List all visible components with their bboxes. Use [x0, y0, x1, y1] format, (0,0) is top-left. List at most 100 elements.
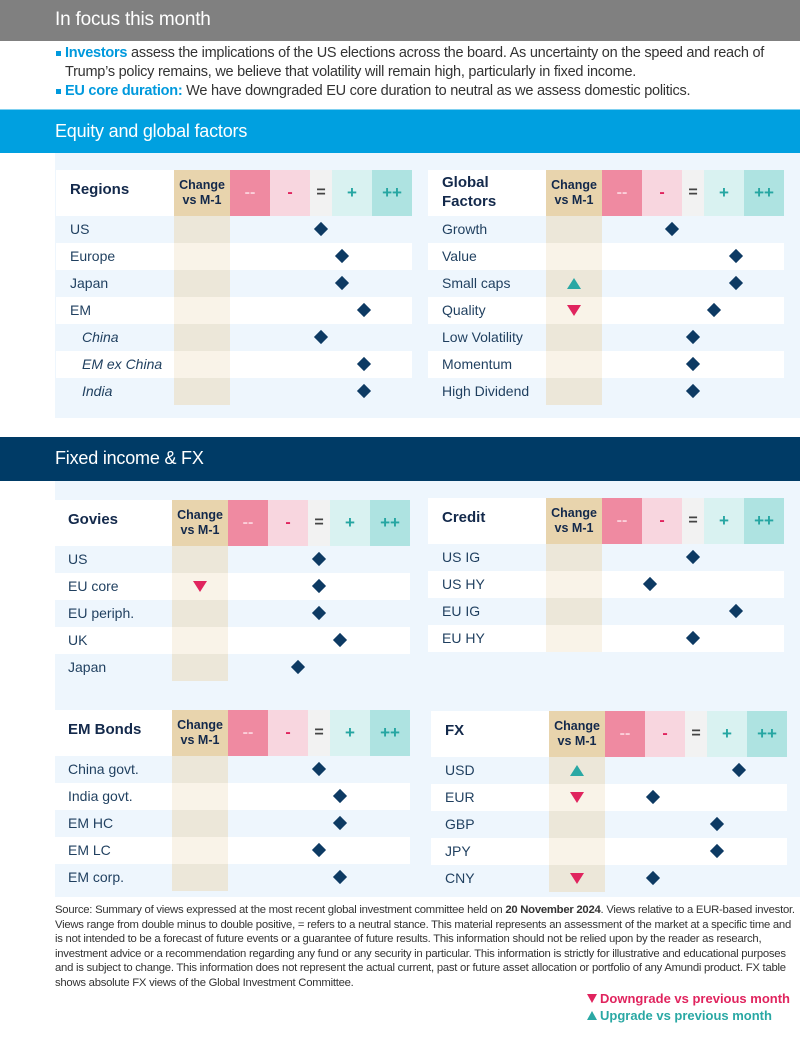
- table-govies: Govies Change vs M-1 -- - = + ++ US EU core EU per…: [54, 500, 410, 681]
- view-diamond-marker: [645, 870, 661, 886]
- view-diamond-marker: [334, 275, 350, 291]
- table-row: EM LC: [54, 837, 410, 864]
- table-row: US IG: [428, 544, 784, 571]
- row-label: EUR: [445, 789, 475, 805]
- view-diamond-marker: [706, 302, 722, 318]
- table-row: China govt.: [54, 756, 410, 783]
- header-minus: -: [268, 500, 308, 546]
- view-diamond-marker: [332, 632, 348, 648]
- table-row: CNY: [431, 865, 787, 892]
- change-cell: [546, 625, 602, 652]
- header-double-minus: --: [602, 170, 642, 216]
- equity-section-title: Equity and global factors: [55, 121, 248, 141]
- table-row: US: [54, 546, 410, 573]
- table-row: Japan: [54, 654, 410, 681]
- header-plus: +: [330, 710, 370, 756]
- legend-upgrade-label: Upgrade vs previous month: [600, 1008, 772, 1023]
- header-double-plus: ++: [747, 711, 787, 757]
- table-row: Low Volatility: [428, 324, 784, 351]
- bullet-highlight: Investors: [65, 45, 128, 61]
- view-diamond-marker: [685, 549, 701, 565]
- header-neutral: =: [308, 500, 330, 546]
- row-label: EU periph.: [68, 605, 135, 621]
- table-row: Quality: [428, 297, 784, 324]
- up-triangle-icon: [587, 1011, 598, 1020]
- table-title: Credit: [442, 509, 486, 526]
- header-change: Change vs M-1: [172, 500, 228, 546]
- change-cell: [172, 837, 228, 864]
- view-diamond-marker: [311, 605, 327, 621]
- view-diamond-marker: [709, 816, 725, 832]
- legend-upgrade: Upgrade vs previous month: [587, 1007, 790, 1024]
- view-diamond-marker: [311, 761, 327, 777]
- table-row: US: [56, 216, 412, 243]
- header-plus: +: [704, 170, 744, 216]
- source-date: 20 November 2024: [505, 904, 601, 916]
- table-row: EU HY: [428, 625, 784, 652]
- table-title: Regions: [70, 181, 130, 198]
- change-cell: [172, 546, 228, 573]
- view-diamond-marker: [685, 630, 701, 646]
- table-header: Govies Change vs M-1 -- - = + ++: [54, 500, 410, 546]
- header-neutral: =: [310, 170, 332, 216]
- table-row: China: [56, 324, 412, 351]
- header-change: Change vs M-1: [546, 170, 602, 216]
- header-double-minus: --: [228, 500, 268, 546]
- header-plus: +: [707, 711, 747, 757]
- header-double-plus: ++: [372, 170, 412, 216]
- table-title: EM Bonds: [68, 721, 142, 738]
- table-row: EM: [56, 297, 412, 324]
- header-neutral: =: [682, 170, 704, 216]
- focus-header: In focus this month: [0, 0, 800, 41]
- table-em-bonds: EM Bonds Change vs M-1 -- - = + ++ China govt. In…: [54, 710, 410, 891]
- change-cell: [549, 784, 605, 811]
- change-cell: [549, 865, 605, 892]
- change-cell: [174, 324, 230, 351]
- header-double-plus: ++: [744, 170, 784, 216]
- table-row: GBP: [431, 811, 787, 838]
- change-cell: [546, 216, 602, 243]
- change-cell: [549, 757, 605, 784]
- row-label: USD: [445, 762, 475, 778]
- row-label: Quality: [442, 302, 486, 318]
- change-cell: [172, 627, 228, 654]
- change-cell: [546, 378, 602, 405]
- row-label: Japan: [68, 659, 107, 675]
- equity-section-header: Equity and global factors: [0, 109, 800, 153]
- source-note: Source: Summary of views expressed at th…: [55, 903, 800, 990]
- row-label: EM: [70, 302, 91, 318]
- view-diamond-marker: [311, 842, 327, 858]
- legend-downgrade: Downgrade vs previous month: [587, 990, 790, 1007]
- bullet-highlight: EU core duration:: [65, 83, 183, 99]
- change-cell: [174, 270, 230, 297]
- table-fx: FX Change vs M-1 -- - = + ++ USD EUR GBP JPY CNY: [431, 711, 787, 892]
- change-cell: [172, 654, 228, 681]
- change-cell: [546, 544, 602, 571]
- fixed-income-section-title: Fixed income & FX: [55, 448, 204, 468]
- table-row: Japan: [56, 270, 412, 297]
- change-cell: [546, 598, 602, 625]
- table-row: EM corp.: [54, 864, 410, 891]
- downgrade-triangle-icon: [567, 305, 581, 316]
- change-cell: [546, 324, 602, 351]
- row-label: US IG: [442, 549, 481, 565]
- view-diamond-marker: [356, 356, 372, 372]
- row-label: EU IG: [442, 603, 481, 619]
- view-diamond-marker: [645, 789, 661, 805]
- table-row: India govt.: [54, 783, 410, 810]
- change-cell: [174, 297, 230, 324]
- change-cell: [174, 351, 230, 378]
- source-prefix: Source: Summary of views expressed at th…: [55, 904, 506, 916]
- table-row: JPY: [431, 838, 787, 865]
- view-diamond-marker: [311, 551, 327, 567]
- view-diamond-marker: [356, 302, 372, 318]
- focus-bullets: Investors assess the implications of the…: [55, 44, 800, 101]
- focus-bullet: Investors assess the implications of the…: [55, 44, 800, 82]
- header-double-minus: --: [602, 498, 642, 544]
- fixed-income-section-header: Fixed income & FX: [0, 437, 800, 481]
- downgrade-triangle-icon: [193, 581, 207, 592]
- down-triangle-icon: [587, 994, 598, 1003]
- change-cell: [172, 573, 228, 600]
- row-label: China: [82, 329, 119, 345]
- view-diamond-marker: [731, 762, 747, 778]
